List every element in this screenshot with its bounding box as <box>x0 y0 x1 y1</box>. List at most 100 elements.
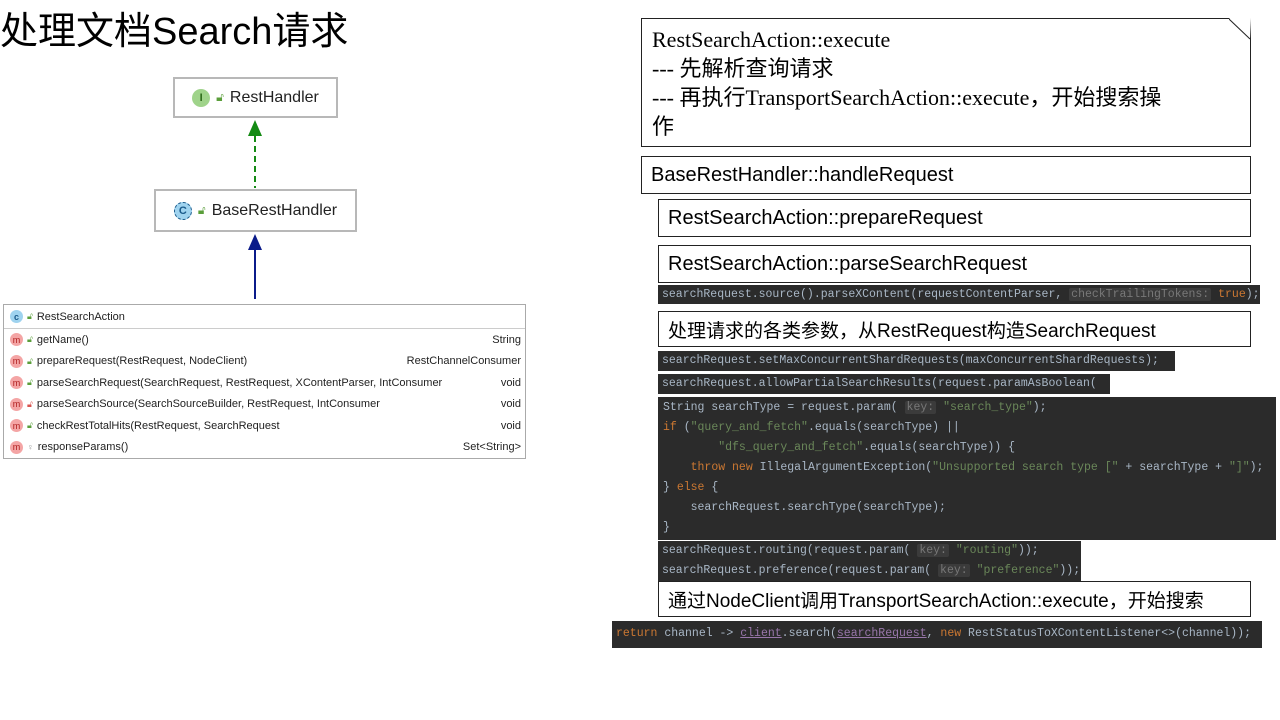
code-line: searchRequest.routing(request.param( key… <box>662 541 1081 561</box>
public-access-icon: 🔓︎ <box>27 334 33 345</box>
method-icon: m <box>10 354 23 368</box>
uml-class-baseresthandler[interactable]: C 🔓︎ BaseRestHandler <box>154 189 357 232</box>
code-token: "routing" <box>955 544 1018 557</box>
step-process-params: 处理请求的各类参数，从RestRequest构造SearchRequest <box>658 311 1251 347</box>
method-return-type: void <box>500 376 521 389</box>
code-token: } <box>663 481 677 494</box>
method-return-type: Set<String> <box>462 441 521 454</box>
code-parse-xcontent: searchRequest.source().parseXContent(req… <box>658 285 1260 304</box>
code-token: ); <box>1032 401 1047 414</box>
code-token: searchRequest.preference(request.param( <box>662 564 939 577</box>
note-line: 作 <box>652 114 675 139</box>
method-icon: m <box>10 419 23 433</box>
public-lock-icon: 🔓︎ <box>27 311 33 321</box>
code-token: "Unsupported search type [" <box>932 461 1119 474</box>
public-access-icon: 🔓︎ <box>27 420 33 431</box>
extends-arrow <box>248 234 262 299</box>
method-return-type: void <box>500 398 521 411</box>
method-icon: m <box>10 397 23 411</box>
method-name: parseSearchRequest(SearchRequest, RestRe… <box>36 376 443 389</box>
param-hint: checkTrailingTokens: <box>1069 288 1212 301</box>
code-line: searchRequest.allowPartialSearchResults(… <box>662 374 1110 394</box>
note-line: RestSearchAction::execute <box>652 27 891 52</box>
method-return-type: RestChannelConsumer <box>406 355 521 368</box>
method-row[interactable]: m 🔓︎ checkRestTotalHits(RestRequest, Searc… <box>4 415 525 437</box>
method-name: responseParams() <box>37 441 129 454</box>
param-hint: key: <box>917 544 949 557</box>
class-icon: c <box>10 310 23 323</box>
code-token: searchRequest.searchType(searchType); <box>663 501 946 514</box>
code-token: searchRequest.routing(request.param( <box>662 544 918 557</box>
method-return-type: String <box>492 333 521 346</box>
code-line: return channel -> client.search(searchRe… <box>616 624 1262 644</box>
code-line: } <box>663 518 1276 538</box>
method-name: parseSearchSource(SearchSourceBuilder, R… <box>36 398 380 411</box>
class-header: c 🔓︎ RestSearchAction <box>4 305 525 329</box>
code-token: "query_and_fetch" <box>690 421 808 434</box>
step-prepare-request: RestSearchAction::prepareRequest <box>658 199 1251 237</box>
abstract-class-icon: C <box>173 201 192 220</box>
code-token: ); <box>1249 461 1264 474</box>
public-lock-icon: 🔓︎ <box>216 90 224 104</box>
public-access-icon: 🔓︎ <box>27 377 33 388</box>
code-routing: searchRequest.routing(request.param( key… <box>658 541 1081 581</box>
method-icon: m <box>10 440 23 454</box>
method-name: prepareRequest(RestRequest, NodeClient) <box>36 355 248 368</box>
code-token: if <box>663 421 677 434</box>
code-token: ( <box>676 421 691 434</box>
method-icon: m <box>10 376 23 390</box>
code-token: client <box>740 627 782 640</box>
method-row[interactable]: m 🔓︎ getName() String <box>4 329 525 351</box>
uml-class-restsearchaction[interactable]: c 🔓︎ RestSearchAction m 🔓︎ getName() String… <box>3 304 526 459</box>
method-row[interactable]: m 🔓︎ parseSearchRequest(SearchRequest, Res… <box>4 372 525 394</box>
code-token: searchRequest.allowPartialSearchResults(… <box>662 377 1097 390</box>
code-token: .equals(searchType)) { <box>863 441 1015 454</box>
interface-icon: I <box>192 88 211 107</box>
code-token: String searchType = request.param( <box>663 401 905 414</box>
code-line: } else { <box>663 478 1276 498</box>
code-token: + searchType + <box>1118 461 1229 474</box>
code-token: channel -> <box>657 627 741 640</box>
class-name: RestHandler <box>229 88 319 106</box>
code-token: .equals(searchType) || <box>807 421 960 434</box>
code-token: else <box>676 481 705 494</box>
method-row[interactable]: m 🔓︎ parseSearchSource(SearchSourceBuilder… <box>4 394 525 416</box>
method-row[interactable]: m 🔓︎ prepareRequest(RestRequest, NodeClien… <box>4 351 525 373</box>
code-search-type: String searchType = request.param( key: … <box>658 397 1276 540</box>
code-line: "dfs_query_and_fetch".equals(searchType)… <box>663 438 1276 458</box>
protected-access-icon: ♀︎ <box>27 442 34 453</box>
param-hint: key: <box>904 401 937 414</box>
method-name: getName() <box>36 333 89 346</box>
execute-note: RestSearchAction::execute --- 先解析查询请求 --… <box>641 18 1251 147</box>
code-token: throw new <box>690 461 753 474</box>
code-line: searchRequest.preference(request.param( … <box>662 561 1081 581</box>
code-token: "preference" <box>976 564 1060 577</box>
code-token: "dfs_query_and_fetch" <box>718 441 864 454</box>
code-line: String searchType = request.param( key: … <box>663 398 1276 418</box>
param-hint: key: <box>938 564 970 577</box>
method-row[interactable]: m ♀︎ responseParams() Set<String> <box>4 437 525 459</box>
code-token: )); <box>1059 564 1081 577</box>
code-partial-results: searchRequest.allowPartialSearchResults(… <box>658 374 1110 394</box>
method-return-type: void <box>500 419 521 432</box>
uml-interface-resthandler[interactable]: I 🔓︎ RestHandler <box>173 77 338 118</box>
code-line: searchRequest.setMaxConcurrentShardReque… <box>662 351 1175 371</box>
code-token: ); <box>1245 288 1260 301</box>
code-token: searchRequest.source().parseXContent(req… <box>662 288 1070 301</box>
code-token: "]" <box>1228 461 1250 474</box>
step-handle-request: BaseRestHandler::handleRequest <box>641 156 1251 194</box>
code-token: return <box>616 627 658 640</box>
code-return: return channel -> client.search(searchRe… <box>612 621 1262 648</box>
code-line: throw new IllegalArgumentException("Unsu… <box>663 458 1276 478</box>
code-token: "search_type" <box>943 401 1033 414</box>
step-parse-search-request: RestSearchAction::parseSearchRequest <box>658 245 1251 283</box>
code-token: { <box>704 481 719 494</box>
public-access-icon: 🔓︎ <box>27 355 33 366</box>
public-lock-icon: 🔓︎ <box>197 203 206 217</box>
code-line: if ("query_and_fetch".equals(searchType)… <box>663 418 1276 438</box>
code-token: true <box>1218 288 1246 301</box>
private-access-icon: 🔓︎ <box>27 398 33 409</box>
